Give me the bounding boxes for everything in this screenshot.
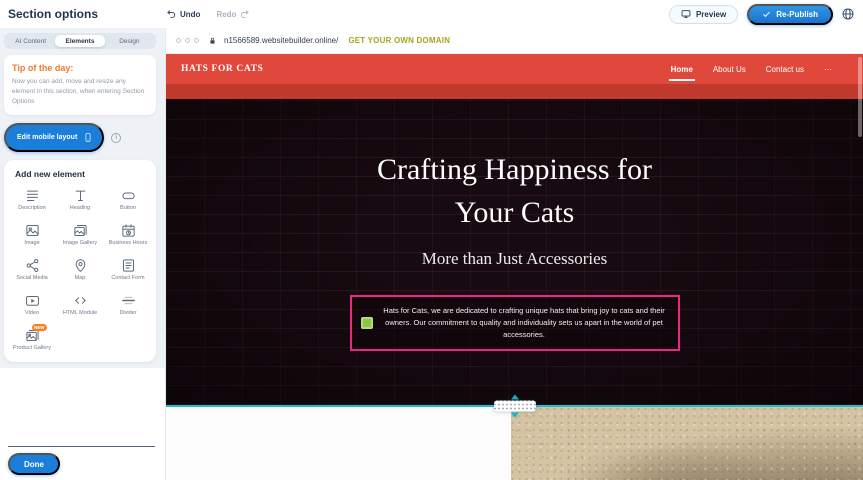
browser-dot-icon [176, 38, 181, 43]
next-section-empty-area [166, 407, 511, 480]
image-placeholder-icon [361, 317, 373, 329]
edit-mobile-label: Edit mobile layout [17, 134, 77, 141]
site-logo[interactable]: HATS FOR CATS [181, 64, 263, 74]
preview-label: Preview [696, 10, 726, 19]
image-icon [25, 223, 40, 238]
redo-button[interactable]: Redo [216, 9, 250, 20]
add-element-contact-form[interactable]: Contact Form [104, 258, 152, 282]
sidebar-panel: AI Content Elements Design Tip of the da… [0, 28, 165, 368]
site-preview-pane: n1566589.websitebuilder.online/ GET YOUR… [166, 28, 863, 480]
arrow-down-icon [511, 413, 519, 418]
add-element-divider[interactable]: Divider [104, 293, 152, 317]
main-area: AI Content Elements Design Tip of the da… [0, 28, 863, 480]
drag-grip-icon [494, 401, 536, 412]
done-button[interactable]: Done [8, 453, 60, 475]
social-media-icon [25, 258, 40, 273]
site-url: n1566589.websitebuilder.online/ [224, 36, 338, 45]
add-element-video[interactable]: Video [8, 293, 56, 317]
hero-text-element-selected[interactable]: Hats for Cats, we are dedicated to craft… [350, 295, 680, 351]
next-site-section [166, 407, 863, 480]
add-element-product-gallery[interactable]: NEW Product Gallery [8, 328, 56, 352]
section-boundary-line [166, 405, 863, 407]
tab-design[interactable]: Design [105, 35, 154, 47]
add-element-heading[interactable]: Heading [56, 188, 104, 212]
site-header: HATS FOR CATS Home About Us Contact us ⋯ [166, 54, 863, 84]
video-icon [25, 293, 40, 308]
redo-icon [239, 9, 250, 20]
hero-subheading[interactable]: More than Just Accessories [422, 249, 608, 269]
hero-heading[interactable]: Crafting Happiness for Your Cats [355, 149, 675, 234]
site-nav: Home About Us Contact us ⋯ [671, 65, 832, 74]
map-icon [73, 258, 88, 273]
check-icon [762, 10, 771, 19]
nav-more-menu[interactable]: ⋯ [824, 65, 832, 74]
button-icon [121, 188, 136, 203]
mobile-phone-icon [83, 130, 93, 145]
lock-icon [208, 36, 217, 46]
preview-scrollbar-thumb[interactable] [858, 57, 862, 137]
add-new-element-card: Add new element Description Heading [4, 160, 156, 361]
section-resize-handle[interactable] [494, 395, 536, 418]
sidebar-tabs: AI Content Elements Design [4, 33, 156, 49]
browser-dot-icon [194, 38, 199, 43]
monitor-icon [681, 9, 691, 19]
arrow-up-icon [511, 395, 519, 400]
undo-button[interactable]: Undo [166, 9, 200, 20]
tip-body: Now you can add, move and resize any ele… [12, 77, 148, 106]
business-hours-icon [121, 223, 136, 238]
site-header-subbar [166, 84, 863, 99]
add-element-map[interactable]: Map [56, 258, 104, 282]
hero-body-text: Hats for Cats, we are dedicated to craft… [380, 305, 669, 341]
redo-label: Redo [216, 10, 236, 19]
app-window: Section options Undo Redo Preview Re-Pub… [0, 0, 863, 480]
topbar: Section options Undo Redo Preview Re-Pub… [0, 0, 863, 28]
preview-button[interactable]: Preview [669, 5, 738, 24]
new-badge: NEW [32, 324, 48, 331]
heading-icon [73, 188, 88, 203]
next-section-image [511, 407, 863, 480]
element-grid: Description Heading Button Image [8, 188, 152, 351]
get-domain-link[interactable]: GET YOUR OWN DOMAIN [348, 36, 450, 45]
republish-button[interactable]: Re-Publish [747, 4, 833, 25]
tip-of-the-day-card: Tip of the day: Now you can add, move an… [4, 55, 156, 115]
add-element-social-media[interactable]: Social Media [8, 258, 56, 282]
browser-bar: n1566589.websitebuilder.online/ GET YOUR… [166, 28, 863, 54]
description-icon [25, 188, 40, 203]
nav-item-home[interactable]: Home [671, 65, 693, 74]
browser-dot-icon [185, 38, 190, 43]
undo-label: Undo [180, 10, 200, 19]
add-element-image[interactable]: Image [8, 223, 56, 247]
nav-item-about[interactable]: About Us [713, 65, 746, 74]
republish-label: Re-Publish [776, 10, 818, 19]
add-element-business-hours[interactable]: Business Hours [104, 223, 152, 247]
add-element-html-module[interactable]: HTML Module [56, 293, 104, 317]
page-title: Section options [8, 7, 166, 21]
section-options-sidebar: AI Content Elements Design Tip of the da… [0, 28, 166, 480]
image-gallery-icon [73, 223, 88, 238]
undo-redo-group: Undo Redo [166, 9, 250, 20]
nav-item-contact[interactable]: Contact us [766, 65, 804, 74]
html-module-icon [73, 293, 88, 308]
sidebar-footer: Done [0, 368, 165, 480]
language-globe-button[interactable] [841, 7, 855, 21]
add-element-title: Add new element [15, 169, 152, 179]
divider-icon [121, 293, 136, 308]
edit-mobile-row: Edit mobile layout i [4, 123, 156, 152]
globe-icon [841, 7, 855, 21]
info-icon[interactable]: i [111, 133, 121, 143]
hero-section: Crafting Happiness for Your Cats More th… [166, 99, 863, 405]
add-element-button[interactable]: Button [104, 188, 152, 212]
add-element-image-gallery[interactable]: Image Gallery [56, 223, 104, 247]
footer-divider [8, 446, 155, 447]
tab-elements[interactable]: Elements [55, 35, 104, 47]
add-element-description[interactable]: Description [8, 188, 56, 212]
tab-ai-content[interactable]: AI Content [6, 35, 55, 47]
edit-mobile-layout-button[interactable]: Edit mobile layout [4, 123, 104, 152]
undo-icon [166, 9, 177, 20]
contact-form-icon [121, 258, 136, 273]
tip-heading: Tip of the day: [12, 63, 148, 73]
website-canvas: HATS FOR CATS Home About Us Contact us ⋯… [166, 54, 863, 480]
